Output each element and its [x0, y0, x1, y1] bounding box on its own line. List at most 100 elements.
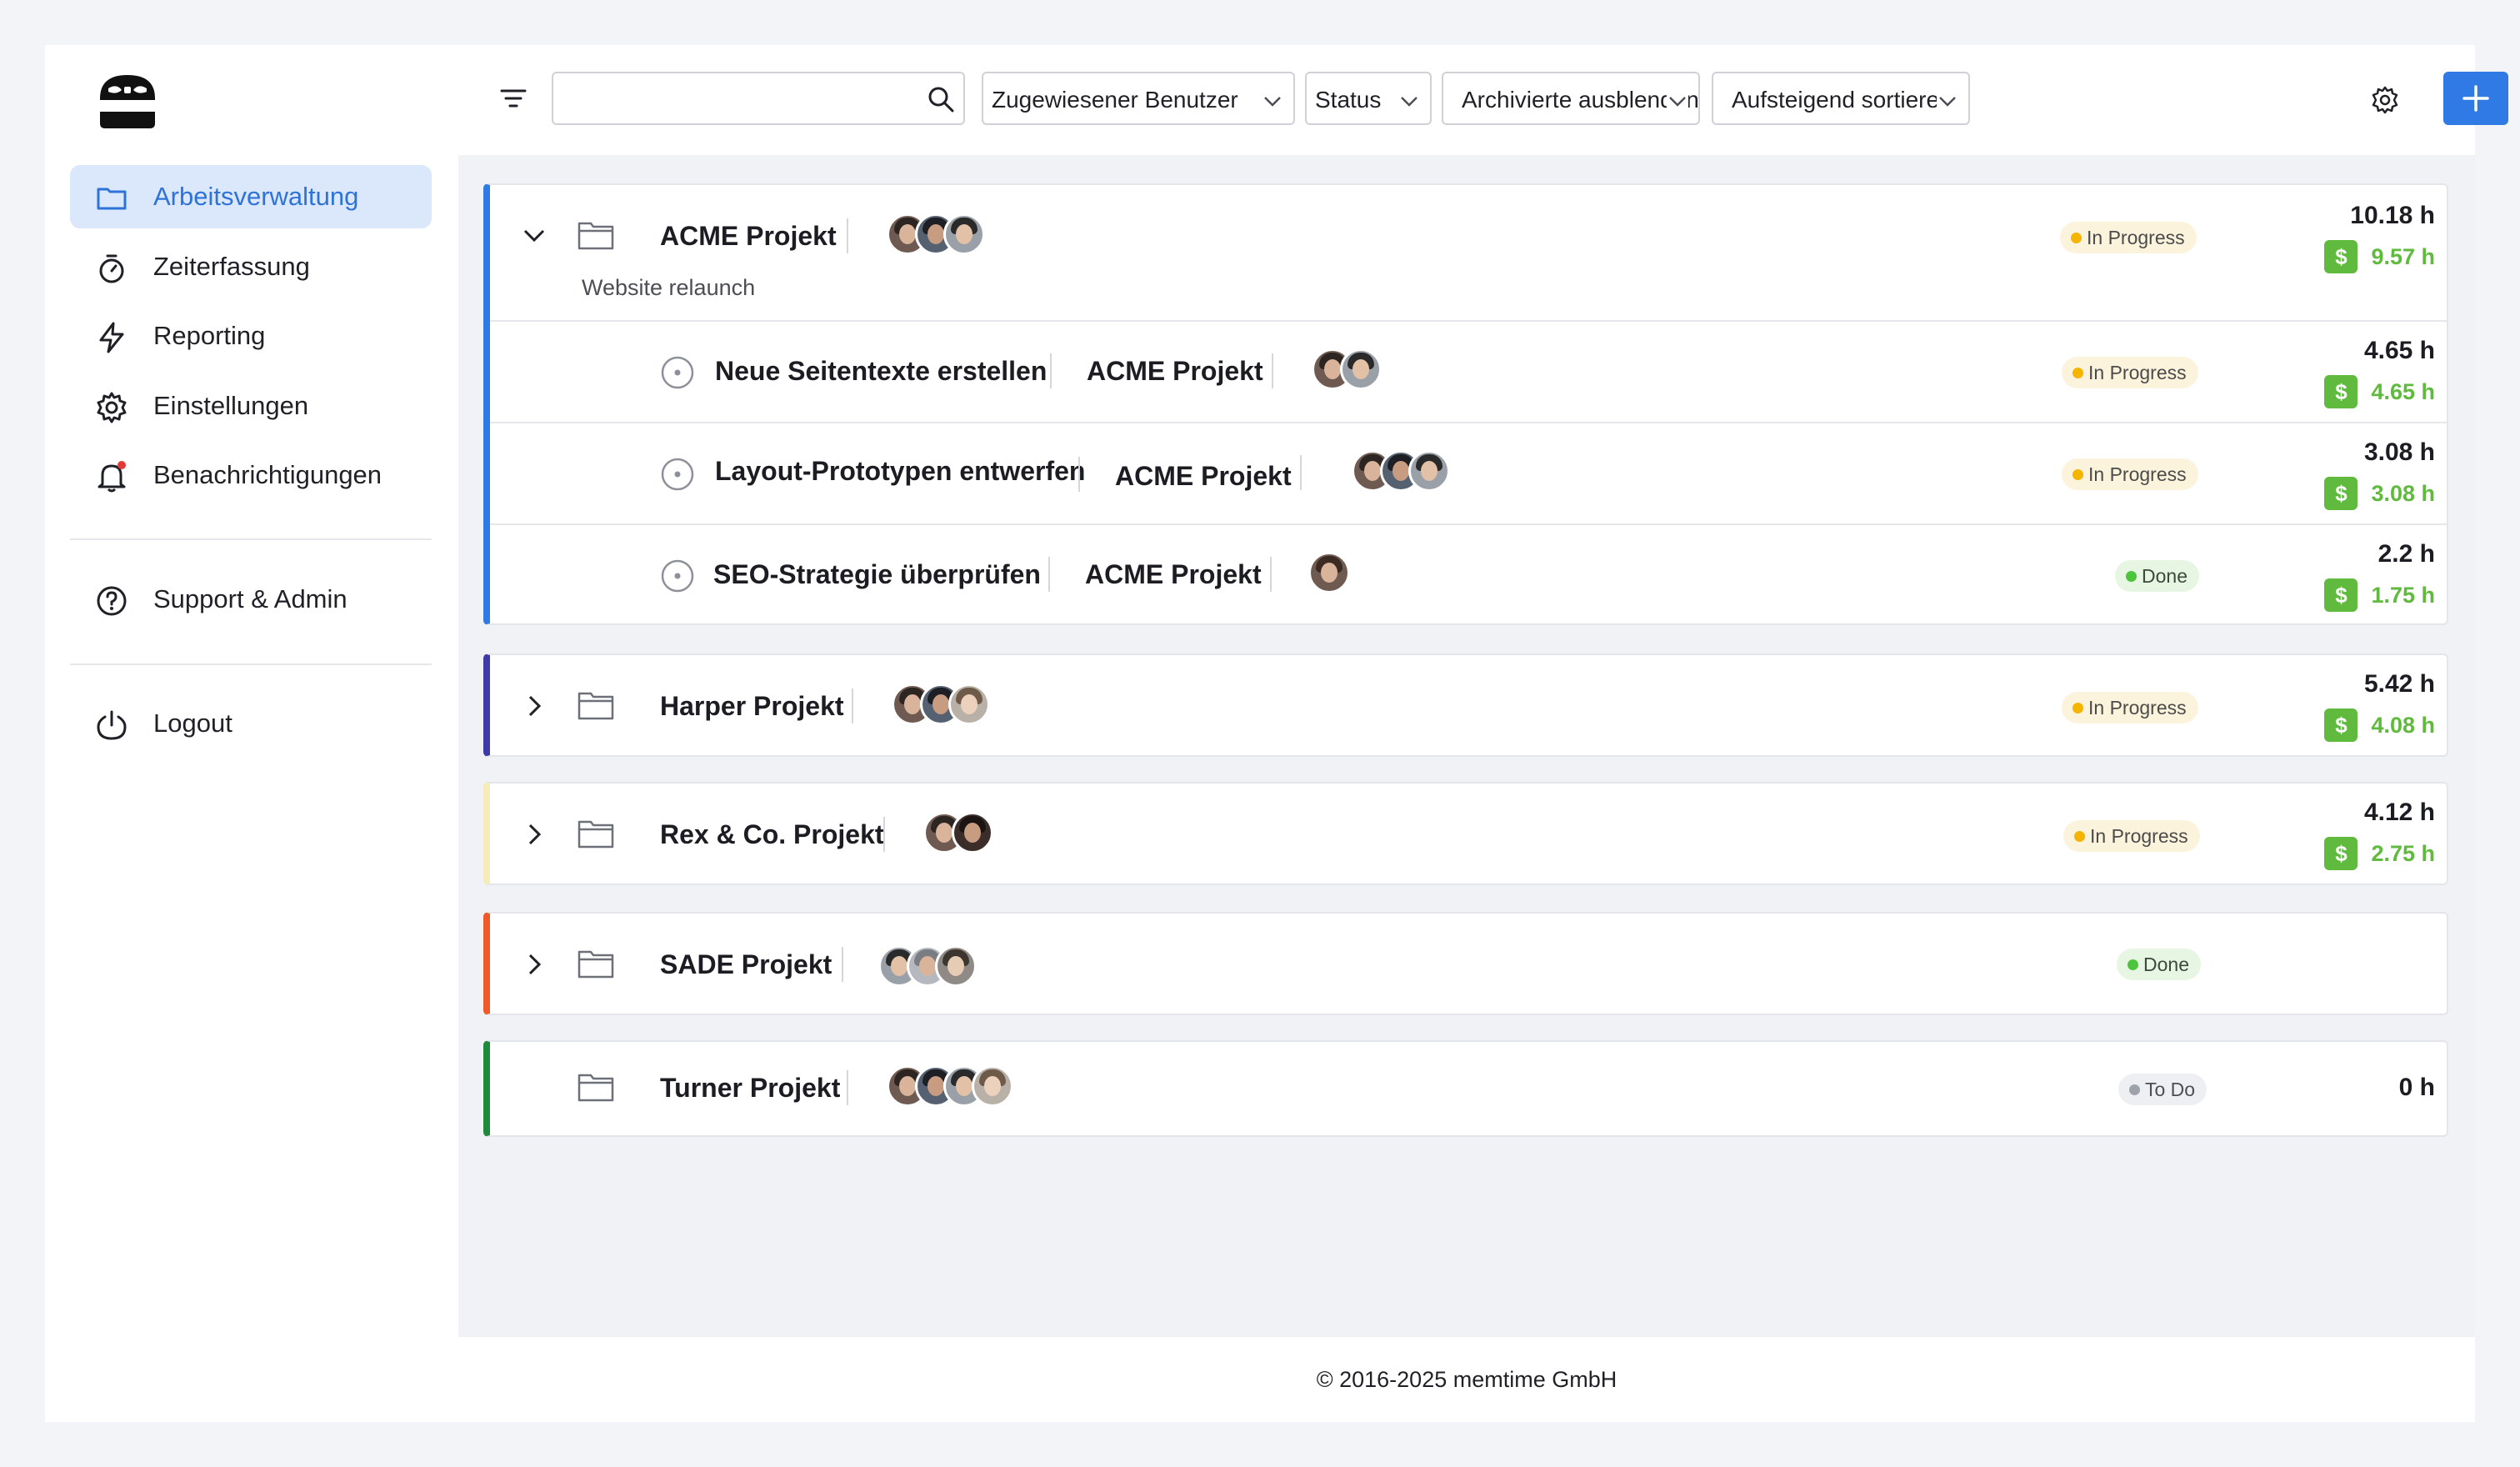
archived-dropdown[interactable]: Archivierte ausblenden: [1442, 72, 1700, 125]
total-hours: 4.12 h: [2363, 799, 2435, 826]
chevron-down-icon: [1667, 90, 1688, 112]
archived-label: Archivierte ausblenden: [1462, 87, 1699, 113]
avatar: [1340, 348, 1382, 390]
dollar-icon: $: [2324, 375, 2358, 408]
logout-button[interactable]: Logout: [70, 692, 432, 755]
power-icon: [97, 710, 127, 740]
sidebar-item-reporting[interactable]: Reporting: [70, 304, 432, 368]
footer-copyright: © 2016-2025 memtime GmbH: [1316, 1367, 1618, 1392]
dollar-icon: $: [2324, 578, 2358, 612]
status-badge[interactable]: Done: [2117, 949, 2201, 980]
separator: [847, 218, 848, 253]
chevron-down-icon: [1398, 90, 1420, 112]
assignee-avatars[interactable]: [1312, 348, 1382, 393]
lightning-icon: [99, 322, 124, 353]
billable-hours: $3.08 h: [2324, 477, 2435, 510]
status-badge[interactable]: In Progress: [2062, 458, 2198, 490]
project-card-rex[interactable]: Rex & Co. Projekt In Progress 4.12 h $2.…: [483, 782, 2448, 885]
separator: [852, 688, 853, 723]
folder-icon: [578, 950, 614, 979]
separator: [1050, 353, 1052, 388]
sidebar-item-label: Zeiterfassung: [153, 252, 310, 281]
chevron-right-icon[interactable]: [520, 692, 548, 720]
project-card-turner[interactable]: Turner Projekt To Do 0 h: [483, 1040, 2448, 1137]
task-status-circle-icon[interactable]: [660, 355, 695, 390]
sidebar-item-zeiterfassung[interactable]: Zeiterfassung: [70, 235, 432, 298]
assignee-avatars[interactable]: [878, 945, 977, 990]
task-row[interactable]: SEO-Strategie überprüfen ACME Projekt Do…: [490, 523, 2447, 623]
sidebar: Arbeitsverwaltung Zeiterfassung Reportin…: [45, 45, 458, 1422]
assigned-user-label: Zugewiesener Benutzer: [992, 87, 1238, 113]
sidebar-item-einstellungen[interactable]: Einstellungen: [70, 374, 432, 438]
sidebar-item-benachrichtigungen[interactable]: Benachrichtigungen: [70, 443, 432, 507]
assignee-avatars[interactable]: [1308, 552, 1350, 597]
project-card-harper[interactable]: Harper Projekt In Progress 5.42 h $4.08 …: [483, 653, 2448, 757]
sidebar-item-label: Arbeitsverwaltung: [153, 182, 359, 211]
assigned-user-dropdown[interactable]: Zugewiesener Benutzer: [982, 72, 1295, 125]
search-box: [552, 72, 965, 125]
separator: [1048, 557, 1050, 592]
sidebar-divider: [70, 663, 432, 665]
project-name: Harper Projekt: [660, 691, 844, 721]
project-row[interactable]: ACME Projekt Website relaunch In Progres…: [490, 185, 2447, 320]
assignee-avatars[interactable]: [892, 683, 990, 728]
status-label: Status: [1315, 87, 1382, 113]
assignee-avatars[interactable]: [887, 1065, 1013, 1110]
status-dropdown[interactable]: Status: [1305, 72, 1432, 125]
task-name: SEO-Strategie überprüfen: [713, 559, 1041, 589]
chevron-down-icon: [1937, 90, 1958, 112]
status-badge[interactable]: In Progress: [2062, 357, 2198, 388]
sort-label: Aufsteigend sortieren: [1732, 87, 1952, 113]
status-badge[interactable]: In Progress: [2062, 692, 2198, 723]
chevron-down-icon[interactable]: [520, 222, 548, 250]
avatar: [948, 683, 990, 725]
chevron-down-icon: [1262, 90, 1283, 112]
status-badge[interactable]: Done: [2115, 560, 2199, 592]
task-project: ACME Projekt: [1085, 559, 1262, 589]
task-project: ACME Projekt: [1115, 461, 1292, 491]
status-badge[interactable]: In Progress: [2063, 820, 2200, 852]
task-row[interactable]: Layout-Prototypen entwerfen ACME Projekt…: [490, 422, 2447, 523]
separator: [1300, 455, 1302, 490]
memtime-logo[interactable]: [95, 68, 160, 133]
add-project-button[interactable]: [2443, 72, 2508, 125]
help-circle-icon: [97, 586, 127, 616]
billable-hours: $4.65 h: [2324, 375, 2435, 408]
chevron-right-icon[interactable]: [520, 950, 548, 979]
separator: [847, 1070, 848, 1105]
separator: [1272, 353, 1273, 388]
assignee-avatars[interactable]: [887, 213, 985, 258]
sidebar-item-label: Benachrichtigungen: [153, 460, 382, 489]
dollar-icon: $: [2324, 477, 2358, 510]
project-name: ACME Projekt: [660, 221, 837, 251]
project-card-sade[interactable]: SADE Projekt Done: [483, 912, 2448, 1015]
sort-dropdown[interactable]: Aufsteigend sortieren: [1712, 72, 1970, 125]
task-row[interactable]: Neue Seitentexte erstellen ACME Projekt …: [490, 320, 2447, 422]
folder-icon: [578, 1074, 614, 1102]
task-project: ACME Projekt: [1087, 356, 1263, 386]
total-hours: 10.18 h: [2350, 202, 2435, 229]
assignee-avatars[interactable]: [1352, 450, 1450, 495]
dollar-icon: $: [2324, 240, 2358, 273]
assignee-avatars[interactable]: [923, 812, 993, 857]
avatar: [952, 812, 993, 854]
avatar: [935, 945, 977, 987]
status-badge[interactable]: To Do: [2118, 1074, 2208, 1105]
avatar: [943, 213, 985, 255]
toolbar: Zugewiesener Benutzer Status Archivierte…: [458, 45, 2508, 155]
project-name: SADE Projekt: [660, 949, 832, 979]
chevron-right-icon[interactable]: [520, 820, 548, 849]
status-badge[interactable]: In Progress: [2060, 222, 2197, 253]
search-icon[interactable]: [927, 85, 955, 113]
task-status-circle-icon[interactable]: [660, 558, 695, 593]
filter-icon[interactable]: [497, 82, 530, 115]
billable-hours: $4.08 h: [2324, 708, 2435, 742]
task-status-circle-icon[interactable]: [660, 457, 695, 492]
sidebar-item-arbeitsverwaltung[interactable]: Arbeitsverwaltung: [70, 165, 432, 228]
search-input[interactable]: [562, 80, 912, 117]
settings-gear-icon[interactable]: [2368, 83, 2402, 117]
sidebar-item-label: Logout: [153, 708, 232, 738]
sidebar-item-support[interactable]: Support & Admin: [70, 568, 432, 631]
separator: [1078, 457, 1080, 492]
folder-icon: [578, 820, 614, 849]
